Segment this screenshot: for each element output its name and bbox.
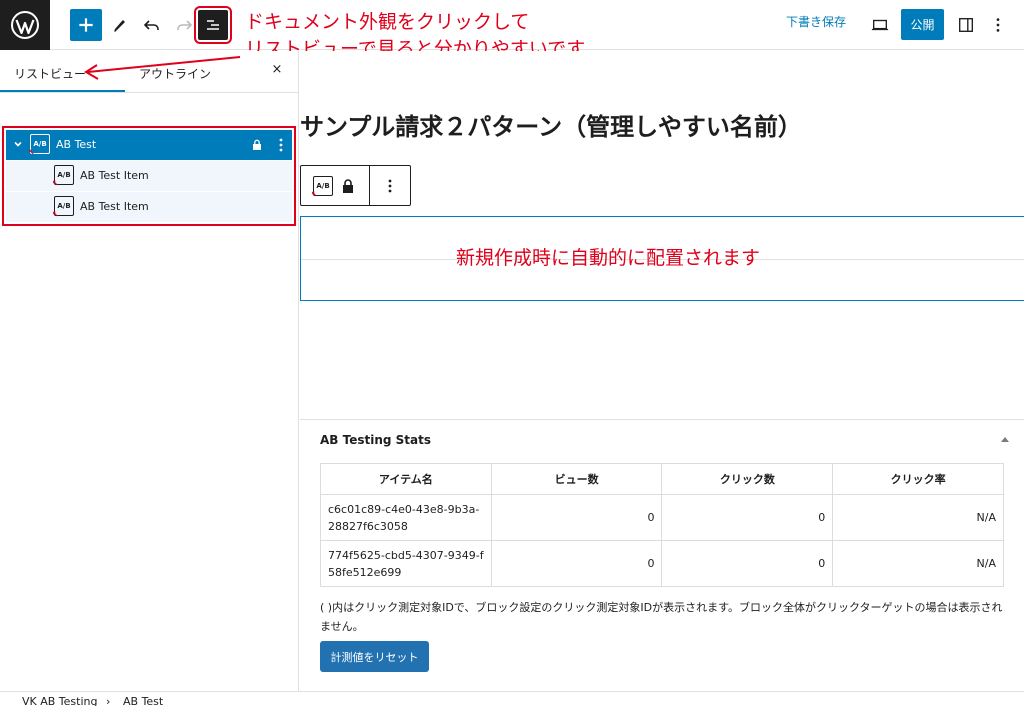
- rate-cell: N/A: [832, 494, 1004, 541]
- annotation-auto-placed: 新規作成時に自動的に配置されます: [456, 247, 761, 269]
- list-view-sidebar: リストビュー アウトライン × A/B ↖ AB Test A/B ↖ AB T…: [0, 51, 299, 691]
- more-vertical-icon[interactable]: [387, 177, 393, 195]
- views-cell: 0: [490, 540, 663, 587]
- undo-button[interactable]: [136, 9, 168, 41]
- rate-cell: N/A: [832, 540, 1004, 587]
- preview-button[interactable]: [866, 9, 894, 41]
- list-item-ab-test[interactable]: A/B ↖ AB Test: [6, 130, 292, 160]
- more-vertical-icon: [996, 18, 1000, 32]
- ab-testing-stats-metabox: AB Testing Stats アイテム名 ビュー数 クリック数 クリック率 …: [300, 419, 1024, 691]
- block-toolbar: A/B ↖: [300, 165, 411, 206]
- breadcrumb-item[interactable]: VK AB Testing: [22, 695, 97, 706]
- sidebar-tabs: リストビュー アウトライン ×: [0, 51, 298, 93]
- list-item-ab-test-item[interactable]: A/B ↖ AB Test Item: [6, 192, 292, 222]
- document-overview-button[interactable]: [194, 6, 232, 44]
- item-name-cell: c6c01c89-c4e0-43e8-9b3a-28827f6c3058: [320, 494, 492, 541]
- editor-canvas: サンプル請求２パターン（管理しやすい名前） A/B ↖ AB Testing S…: [300, 51, 1024, 691]
- tools-button[interactable]: [104, 9, 136, 41]
- block-tree: A/B ↖ AB Test A/B ↖ AB Test Item A/B ↖ A…: [2, 126, 296, 226]
- redo-button[interactable]: [168, 9, 200, 41]
- plus-icon: [79, 18, 93, 32]
- reset-stats-button[interactable]: 計測値をリセット: [320, 641, 429, 672]
- desktop-preview-icon: [871, 19, 889, 31]
- column-header: クリック数: [661, 463, 834, 495]
- ab-test-item-icon: A/B ↖: [52, 165, 74, 188]
- ab-test-icon: A/B ↖: [28, 134, 50, 157]
- list-item-label: AB Test: [56, 138, 97, 151]
- column-header: クリック率: [832, 463, 1004, 495]
- cursor-icon: ↖: [28, 148, 35, 157]
- toolbar-divider: [369, 166, 370, 205]
- options-button[interactable]: [988, 9, 1008, 41]
- more-vertical-icon[interactable]: [278, 136, 284, 154]
- pencil-icon: [114, 20, 125, 32]
- cursor-icon: ↖: [311, 190, 318, 199]
- clicks-cell: 0: [661, 494, 834, 541]
- cursor-icon: ↖: [52, 210, 59, 219]
- item-name-cell: 774f5625-cbd5-4307-9349-f58fe512e699: [320, 540, 492, 587]
- save-draft-button[interactable]: 下書き保存: [786, 13, 846, 30]
- table-header-row: アイテム名 ビュー数 クリック数 クリック率: [320, 463, 1004, 495]
- publish-button[interactable]: 公開: [901, 9, 944, 40]
- close-icon[interactable]: ×: [270, 63, 284, 77]
- ab-test-item-icon: A/B ↖: [52, 196, 74, 219]
- annotation-line-1: ドキュメント外観をクリックして: [245, 11, 530, 33]
- table-row: 774f5625-cbd5-4307-9349-f58fe512e699 0 0…: [320, 540, 1004, 587]
- tab-list-view[interactable]: リストビュー: [14, 65, 86, 82]
- ab-icon-text: A/B: [316, 182, 330, 190]
- lock-icon: [253, 139, 261, 150]
- column-header: アイテム名: [320, 463, 492, 495]
- table-row: c6c01c89-c4e0-43e8-9b3a-28827f6c3058 0 0…: [320, 494, 1004, 541]
- chevron-down-icon[interactable]: [12, 138, 24, 150]
- list-item-label: AB Test Item: [80, 200, 149, 213]
- active-tab-indicator: [0, 90, 125, 92]
- ab-icon-text: A/B: [57, 202, 71, 210]
- breadcrumb-item[interactable]: AB Test: [123, 695, 163, 706]
- list-item-ab-test-item[interactable]: A/B ↖ AB Test Item: [6, 161, 292, 191]
- list-view-icon: [207, 20, 219, 30]
- add-block-button[interactable]: [70, 9, 102, 41]
- cursor-icon: ↖: [52, 179, 59, 188]
- list-item-label: AB Test Item: [80, 169, 149, 182]
- post-title[interactable]: サンプル請求２パターン（管理しやすい名前）: [300, 107, 802, 142]
- metabox-title: AB Testing Stats: [320, 433, 431, 447]
- lock-icon[interactable]: [342, 179, 354, 193]
- ab-icon-text: A/B: [33, 140, 47, 148]
- block-type-button[interactable]: A/B ↖: [311, 176, 333, 199]
- block-breadcrumb: VK AB Testing › AB Test: [0, 691, 1024, 706]
- tab-outline[interactable]: アウトライン: [139, 65, 211, 82]
- settings-button[interactable]: [953, 9, 979, 41]
- column-header: ビュー数: [490, 463, 663, 495]
- undo-icon: [143, 20, 159, 30]
- collapse-arrow-icon[interactable]: [1000, 435, 1010, 443]
- views-cell: 0: [490, 494, 663, 541]
- sidebar-toggle-icon: [959, 18, 973, 32]
- wordpress-logo-icon[interactable]: [0, 0, 50, 50]
- clicks-cell: 0: [661, 540, 834, 587]
- ab-icon-text: A/B: [57, 171, 71, 179]
- stats-table: アイテム名 ビュー数 クリック数 クリック率 c6c01c89-c4e0-43e…: [320, 463, 1004, 587]
- breadcrumb-separator: ›: [106, 695, 111, 706]
- redo-icon: [177, 20, 193, 30]
- stats-note: ( )内はクリック測定対象IDで、ブロック設定のクリック測定対象IDが表示されま…: [320, 601, 1003, 633]
